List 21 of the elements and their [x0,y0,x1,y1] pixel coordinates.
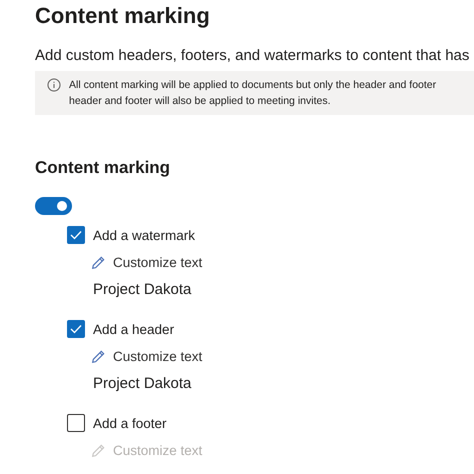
page-title: Content marking [35,2,211,30]
section-heading: Content marking [35,157,172,179]
customize-text-button[interactable]: Customize text [91,251,474,273]
checkbox[interactable] [67,226,85,244]
checkbox-label: Add a watermark [93,228,196,242]
pencil-icon [91,348,106,364]
info-text: All content marking will be applied to documents but only the header and footer header and footer will also be applied to meeting invites. [69,78,436,109]
checkbox-label: Add a header [93,322,174,336]
customize-text-button[interactable]: Customize text [91,345,474,367]
info-icon [47,78,61,92]
custom-text-value: Project Dakota [93,374,192,394]
description-text: Add custom headers, footers, and watermarks to content that has [35,46,470,66]
toggle-switch[interactable] [35,197,72,215]
checkbox[interactable] [67,414,85,432]
pencil-icon [91,442,106,458]
pencil-icon [91,254,106,270]
checkbox[interactable] [67,320,85,338]
checkbox-label: Add a footer [93,416,167,430]
checkmark-icon [70,230,82,240]
checkmark-icon [70,324,82,334]
custom-text-value: Project Dakota [93,280,192,300]
